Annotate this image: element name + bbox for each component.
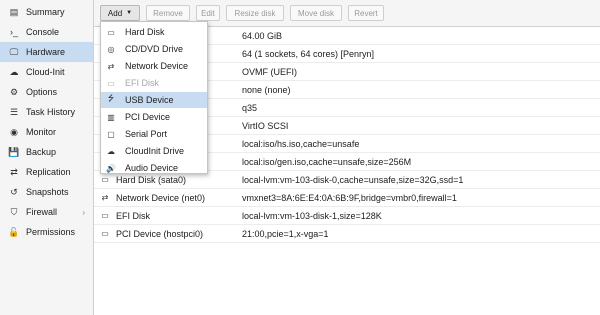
table-row[interactable]: ⇄ Network Device (net0) vmxnet3=8A:6E:E4… [94, 189, 600, 207]
row-value: local-lvm:vm-103-disk-0,cache=unsafe,siz… [242, 174, 464, 185]
list-icon: ☰ [9, 106, 19, 117]
row-name: PCI Device (hostpci0) [116, 228, 204, 239]
sidebar: ▤ Summary ›_ Console 🖵 Hardware ☁ Cloud-… [0, 0, 94, 315]
volume-icon: 🔊 [106, 163, 116, 173]
row-value: 64 (1 sockets, 64 cores) [Penryn] [242, 48, 375, 59]
edit-button[interactable]: Edit [196, 5, 220, 21]
console-icon: ›_ [9, 27, 18, 37]
sidebar-item-snapshots[interactable]: ↺ Snapshots [0, 182, 93, 202]
menu-item-audio-device[interactable]: 🔊 Audio Device [101, 160, 207, 176]
menu-item-label: CloudInit Drive [125, 146, 185, 156]
network-icon: ⇄ [101, 193, 109, 202]
hard-disk-icon: ▭ [107, 27, 115, 37]
sidebar-item-label: Hardware [26, 47, 66, 57]
efi-disk-icon: ▭ [101, 211, 109, 220]
row-value: none (none) [242, 84, 291, 95]
efi-disk-icon: ▭ [107, 78, 115, 88]
pci-icon: ▭ [101, 229, 109, 238]
chevron-right-icon[interactable]: › [82, 208, 85, 217]
sidebar-item-cloud-init[interactable]: ☁ Cloud-Init [0, 62, 93, 82]
menu-item-label: PCI Device [125, 112, 171, 122]
menu-item-label: Network Device [125, 61, 189, 71]
shield-icon: ⛉ [10, 206, 18, 217]
sidebar-item-hardware[interactable]: 🖵 Hardware [0, 42, 93, 62]
table-row[interactable]: ▭ EFI Disk local-lvm:vm-103-disk-1,size=… [94, 207, 600, 225]
sidebar-item-label: Backup [26, 147, 57, 157]
menu-item-usb-device[interactable]: ⭍ USB Device [101, 92, 207, 108]
menu-item-network-device[interactable]: ⇄ Network Device [101, 58, 207, 74]
sidebar-item-backup[interactable]: 💾 Backup [0, 142, 93, 162]
row-value: local-lvm:vm-103-disk-1,size=128K [242, 210, 382, 221]
sidebar-item-permissions[interactable]: 🔓 Permissions [0, 222, 93, 242]
sidebar-item-label: Console [26, 27, 60, 37]
sidebar-item-options[interactable]: ⚙ Options [0, 82, 93, 102]
row-name: Hard Disk (sata0) [116, 174, 187, 185]
sidebar-item-label: Snapshots [26, 187, 69, 197]
menu-item-pci-device[interactable]: ▥ PCI Device [101, 109, 207, 125]
hard-disk-icon: ▭ [101, 175, 109, 184]
caret-down-icon: ▼ [126, 10, 133, 16]
add-dropdown-menu: ▭ Hard Disk ◎ CD/DVD Drive ⇄ Network Dev… [100, 21, 208, 174]
menu-item-label: Hard Disk [125, 27, 165, 37]
menu-item-label: Audio Device [125, 163, 179, 173]
resize-disk-button[interactable]: Resize disk [226, 5, 284, 21]
sidebar-item-monitor[interactable]: ◉ Monitor [0, 122, 93, 142]
retweet-icon: ⇄ [10, 166, 18, 177]
row-value: OVMF (UEFI) [242, 66, 297, 77]
row-name: Network Device (net0) [116, 192, 206, 203]
sidebar-item-label: Monitor [26, 127, 57, 137]
cloud-icon: ☁ [107, 146, 115, 156]
menu-item-label: CD/DVD Drive [125, 44, 184, 54]
remove-button[interactable]: Remove [146, 5, 190, 21]
sidebar-item-label: Cloud-Init [26, 67, 65, 77]
network-icon: ⇄ [107, 61, 115, 71]
sidebar-item-replication[interactable]: ⇄ Replication [0, 162, 93, 182]
sidebar-item-label: Firewall [26, 207, 58, 217]
menu-item-label: EFI Disk [125, 78, 160, 88]
row-name: EFI Disk [116, 210, 151, 221]
pci-icon: ▥ [107, 112, 115, 122]
row-value: 21:00,pcie=1,x-vga=1 [242, 228, 329, 239]
cdrom-icon: ◎ [107, 44, 115, 54]
sidebar-item-firewall[interactable]: ⛉ Firewall › [0, 202, 93, 222]
sidebar-item-label: Permissions [26, 227, 76, 237]
menu-item-label: USB Device [125, 95, 174, 105]
sidebar-item-label: Options [26, 87, 58, 97]
eye-icon: ◉ [10, 126, 18, 137]
sidebar-item-label: Summary [26, 7, 65, 17]
row-value: VirtIO SCSI [242, 120, 289, 131]
monitor-icon: 🖵 [9, 46, 19, 57]
sidebar-item-label: Task History [26, 107, 76, 117]
row-value: local:iso/hs.iso,cache=unsafe [242, 138, 360, 149]
menu-item-serial-port[interactable]: ▢ Serial Port [101, 126, 207, 142]
menu-item-hard-disk[interactable]: ▭ Hard Disk [101, 24, 207, 40]
row-value: 64.00 GiB [242, 30, 283, 41]
summary-icon: ▤ [9, 6, 19, 17]
sidebar-item-label: Replication [26, 167, 71, 177]
sidebar-item-summary[interactable]: ▤ Summary [0, 2, 93, 22]
sidebar-item-console[interactable]: ›_ Console [0, 22, 93, 42]
gear-icon: ⚙ [9, 86, 19, 97]
serial-port-icon: ▢ [107, 129, 115, 139]
add-button-label: Add [107, 8, 123, 18]
menu-item-cd-dvd-drive[interactable]: ◎ CD/DVD Drive [101, 41, 207, 57]
menu-item-cloudinit-drive[interactable]: ☁ CloudInit Drive [101, 143, 207, 159]
unlock-icon: 🔓 [8, 226, 20, 237]
row-value: vmxnet3=8A:6E:E4:0A:6B:9F,bridge=vmbr0,f… [242, 192, 457, 203]
add-button[interactable]: Add ▼ [100, 5, 140, 21]
row-value: q35 [242, 102, 258, 113]
usb-icon: ⭍ [107, 94, 115, 103]
floppy-icon: 💾 [8, 146, 20, 157]
table-row[interactable]: ▭ PCI Device (hostpci0) 21:00,pcie=1,x-v… [94, 225, 600, 243]
menu-item-efi-disk: ▭ EFI Disk [101, 75, 207, 91]
revert-button[interactable]: Revert [348, 5, 384, 21]
row-value: local:iso/gen.iso,cache=unsafe,size=256M [242, 156, 412, 167]
menu-item-label: Serial Port [125, 129, 168, 139]
sidebar-item-task-history[interactable]: ☰ Task History [0, 102, 93, 122]
history-icon: ↺ [10, 186, 18, 197]
move-disk-button[interactable]: Move disk [290, 5, 342, 21]
cloud-icon: ☁ [9, 66, 19, 77]
